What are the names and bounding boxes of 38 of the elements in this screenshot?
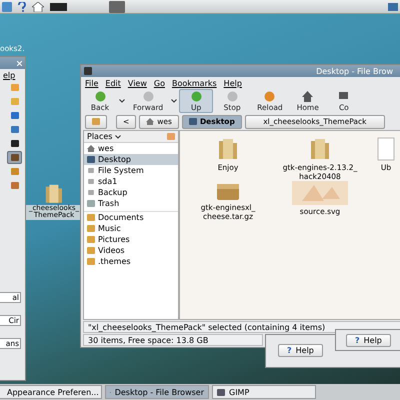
taskbar-button[interactable]: Desktop - File Browser (105, 385, 209, 399)
edit-location-button[interactable] (85, 114, 107, 128)
caret-icon[interactable] (171, 99, 178, 103)
place-item[interactable]: Desktop (84, 154, 178, 165)
menu-item[interactable]: File (85, 78, 98, 88)
bookmark-item[interactable]: Videos (84, 245, 178, 256)
menu-item[interactable]: elp (3, 70, 16, 80)
menu-item[interactable]: Edit (105, 78, 121, 88)
bookmark-item[interactable]: Music (84, 223, 178, 234)
status-bar: 30 items, Free space: 13.8 GB (83, 334, 263, 346)
taskbar-button[interactable]: Appearance Preferen... (0, 385, 102, 399)
place-item[interactable]: wes (84, 143, 178, 154)
menu-item[interactable]: View (128, 78, 147, 88)
home-icon[interactable] (32, 2, 44, 12)
box-icon (216, 181, 240, 201)
help-icon[interactable] (18, 2, 26, 12)
caret-icon[interactable] (115, 134, 122, 138)
taskbar-button[interactable]: GIMP (212, 385, 316, 399)
image-thumbnail (292, 181, 348, 205)
menu-item[interactable]: Help (224, 78, 242, 88)
help-button[interactable]: ? Help (346, 334, 391, 347)
selection-status: "xl_cheeselooks_ThemePack" selected (containing 4 items) (83, 321, 400, 333)
home-icon (302, 90, 314, 102)
caret-icon[interactable] (119, 99, 125, 103)
bookmark-item[interactable]: .themes (84, 256, 178, 267)
menu-item[interactable]: Go (154, 78, 165, 88)
place-item[interactable]: Trash (84, 198, 178, 209)
home-icon (87, 145, 95, 152)
menu-item[interactable]: Bookmarks (172, 78, 217, 88)
home-icon (146, 118, 154, 125)
help-button[interactable]: ? Help (278, 344, 323, 357)
place-item[interactable]: Backup (84, 187, 178, 198)
place-item[interactable]: File System (84, 165, 178, 176)
file-icon (377, 137, 395, 161)
window-title: Desktop - File Brow (81, 65, 400, 77)
bookmark-item[interactable]: Documents (84, 212, 178, 223)
place-item[interactable]: sda1 (84, 176, 178, 187)
bookmark-item[interactable]: Pictures (84, 234, 178, 245)
